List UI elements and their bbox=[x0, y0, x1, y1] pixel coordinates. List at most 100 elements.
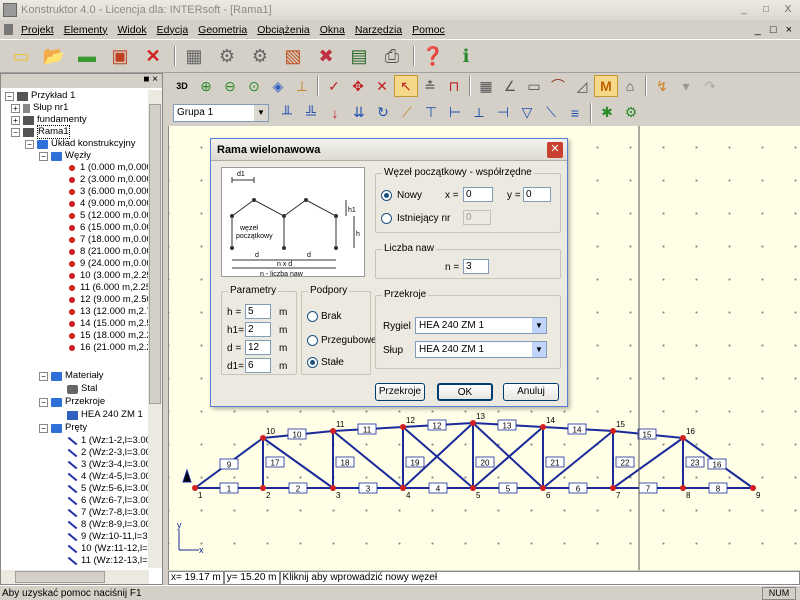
tree-item-node[interactable]: 4 (9.000 m,0.000 bbox=[67, 198, 149, 210]
menu-pomoc[interactable]: Pomoc bbox=[407, 24, 450, 36]
inclined-load-icon[interactable]: ⟍ bbox=[539, 102, 563, 124]
bar-load-icon[interactable]: ⟋ bbox=[395, 102, 419, 124]
open-folder-icon[interactable]: 📂 bbox=[39, 42, 69, 70]
slup-select[interactable]: HEA 240 ZM 1 ▼ bbox=[415, 341, 547, 358]
support-icon[interactable]: ╨ bbox=[275, 102, 299, 124]
move-icon[interactable]: ✥ bbox=[346, 75, 370, 97]
support-fixed-icon[interactable]: ╩ bbox=[299, 102, 323, 124]
menu-obciazenia[interactable]: Obciążenia bbox=[252, 24, 315, 36]
release-icon[interactable]: ⊢ bbox=[443, 102, 467, 124]
settings-gear-icon[interactable]: ⚙ bbox=[212, 42, 242, 70]
minimize-button[interactable]: _ bbox=[734, 3, 754, 18]
group-combo[interactable]: Grupa 1 ▼ bbox=[173, 103, 269, 122]
dialog-close-button[interactable]: ✕ bbox=[547, 142, 563, 158]
tree-item-bar[interactable]: 9 (Wz:10-11,l=3.0 bbox=[67, 531, 149, 543]
collapse-icon[interactable]: − bbox=[39, 397, 48, 407]
tree-item-slup[interactable]: + Słup nr1 bbox=[11, 102, 68, 114]
tree-vertical-scrollbar[interactable] bbox=[148, 90, 162, 568]
tree-horizontal-scrollbar[interactable] bbox=[1, 570, 149, 584]
tree-item-prety[interactable]: − Pręty bbox=[39, 422, 87, 434]
roof-icon[interactable]: ⌂ bbox=[618, 75, 642, 97]
d-input[interactable]: 12 bbox=[245, 340, 271, 355]
przekroje-button[interactable]: Przekroje bbox=[375, 383, 425, 401]
open-green-folder-icon[interactable]: ▬ bbox=[72, 42, 102, 70]
d1-input[interactable]: 6 bbox=[245, 358, 271, 373]
collapse-icon[interactable]: − bbox=[39, 151, 48, 161]
collapse-icon[interactable]: − bbox=[11, 127, 20, 137]
tree-item-hea[interactable]: HEA 240 ZM 1 bbox=[67, 409, 143, 421]
close-button[interactable]: X bbox=[778, 3, 798, 18]
n-input[interactable]: 3 bbox=[463, 259, 489, 274]
tree-item-node[interactable]: 3 (6.000 m,0.000 bbox=[67, 186, 149, 198]
tree-item-bar[interactable]: 10 (Wz:11-12,l=3 bbox=[67, 543, 149, 555]
tree-item-node[interactable]: 11 (6.000 m,2.25 bbox=[67, 282, 149, 294]
menu-widok[interactable]: Widok bbox=[112, 24, 151, 36]
maximize-button[interactable]: □ bbox=[756, 3, 776, 18]
zoom-out-icon[interactable]: ⊖ bbox=[218, 75, 242, 97]
tree-item-node[interactable]: 1 (0.000 m,0.000 bbox=[67, 162, 149, 174]
save-icon[interactable]: ▣ bbox=[105, 42, 135, 70]
collapse-icon[interactable]: − bbox=[39, 423, 48, 433]
table-icon[interactable]: ▦ bbox=[474, 75, 498, 97]
tree-item-node[interactable]: 15 (18.000 m,2.2 bbox=[67, 330, 149, 342]
measure-icon[interactable]: ⊥ bbox=[290, 75, 314, 97]
h1-input[interactable]: 2 bbox=[245, 322, 271, 337]
tree-item-bar[interactable]: 1 (Wz:1-2,l=3.00 bbox=[67, 435, 149, 447]
expand-icon[interactable]: + bbox=[11, 115, 20, 125]
arc-icon[interactable]: ⌒ bbox=[546, 75, 570, 97]
tree-item-bar[interactable]: 6 (Wz:6-7,l=3.00 bbox=[67, 495, 149, 507]
frame-icon[interactable]: ⊓ bbox=[442, 75, 466, 97]
ok-button[interactable]: OK bbox=[437, 383, 493, 401]
collapse-icon[interactable]: − bbox=[25, 139, 34, 149]
collapse-icon[interactable]: − bbox=[39, 371, 48, 381]
tree-item-node[interactable]: 14 (15.000 m,2.5 bbox=[67, 318, 149, 330]
tree-item-node[interactable]: 2 (3.000 m,0.000 bbox=[67, 174, 149, 186]
diagonal-pattern-icon[interactable]: ▧ bbox=[278, 42, 308, 70]
load-dropdown-icon[interactable]: ▾ bbox=[674, 75, 698, 97]
redo-icon[interactable]: ↷ bbox=[698, 75, 722, 97]
radio-brak[interactable] bbox=[307, 311, 318, 322]
grid-icon[interactable]: ▦ bbox=[179, 42, 209, 70]
tree-item-stal[interactable]: Stal bbox=[67, 383, 97, 395]
tree-item-node[interactable]: 5 (12.000 m,0.000 bbox=[67, 210, 149, 222]
tree-item-node[interactable]: 6 (15.000 m,0.000 bbox=[67, 222, 149, 234]
tree-item-node[interactable]: 12 (9.000 m,2.50 bbox=[67, 294, 149, 306]
radio-nowy[interactable] bbox=[381, 190, 392, 201]
bar-moment-icon[interactable]: ⟂ bbox=[467, 102, 491, 124]
scroll-thumb[interactable] bbox=[149, 104, 161, 404]
tree-item-node[interactable]: 10 (3.000 m,2.25 bbox=[67, 270, 149, 282]
combination-icon[interactable]: ≡ bbox=[563, 102, 587, 124]
load-icon[interactable]: ↯ bbox=[650, 75, 674, 97]
point-load-icon[interactable]: ↓ bbox=[323, 102, 347, 124]
beam-icon[interactable]: ▭ bbox=[522, 75, 546, 97]
tree-item-przyklad[interactable]: − Przykład 1 bbox=[5, 90, 75, 102]
menu-okna[interactable]: Okna bbox=[315, 24, 350, 36]
triangle-load-icon[interactable]: ▽ bbox=[515, 102, 539, 124]
zoom-window-icon[interactable]: ⊙ bbox=[242, 75, 266, 97]
calculator-icon[interactable]: ▤ bbox=[344, 42, 374, 70]
print-icon[interactable]: ⎙ bbox=[377, 42, 407, 70]
tree-item-uklad[interactable]: − Układ konstrukcyjny bbox=[25, 138, 135, 150]
radio-przegubowe[interactable] bbox=[307, 335, 318, 346]
child-minimize-button[interactable]: _ bbox=[755, 24, 761, 36]
help-icon[interactable]: ❓ bbox=[418, 42, 448, 70]
select-node-icon[interactable]: ↖ bbox=[394, 75, 418, 97]
results-icon[interactable]: ⚙ bbox=[619, 102, 643, 124]
split-icon[interactable]: ≛ bbox=[418, 75, 442, 97]
chevron-down-icon[interactable]: ▼ bbox=[532, 318, 546, 333]
collapse-icon[interactable]: − bbox=[5, 91, 14, 101]
delete-icon[interactable]: ✕ bbox=[138, 42, 168, 70]
angle-icon[interactable]: ∠ bbox=[498, 75, 522, 97]
radio-stale[interactable] bbox=[307, 357, 318, 368]
tree-item-bar[interactable]: 2 (Wz:2-3,l=3.00 bbox=[67, 447, 149, 459]
menu-geometria[interactable]: Geometria bbox=[193, 24, 252, 36]
gear-settings-icon[interactable]: ⚙ bbox=[245, 42, 275, 70]
tree-item-bar[interactable]: 3 (Wz:3-4,l=3.00 bbox=[67, 459, 149, 471]
cancel-settings-icon[interactable]: ✖ bbox=[311, 42, 341, 70]
chevron-down-icon[interactable]: ▼ bbox=[532, 342, 546, 357]
info-icon[interactable]: ℹ bbox=[451, 42, 481, 70]
x-input[interactable]: 0 bbox=[463, 187, 493, 202]
tree-item-wezly[interactable]: − Węzły bbox=[39, 150, 91, 162]
tree-item-node[interactable]: 13 (12.000 m,2.7 bbox=[67, 306, 149, 318]
temperature-icon[interactable]: ⊣ bbox=[491, 102, 515, 124]
